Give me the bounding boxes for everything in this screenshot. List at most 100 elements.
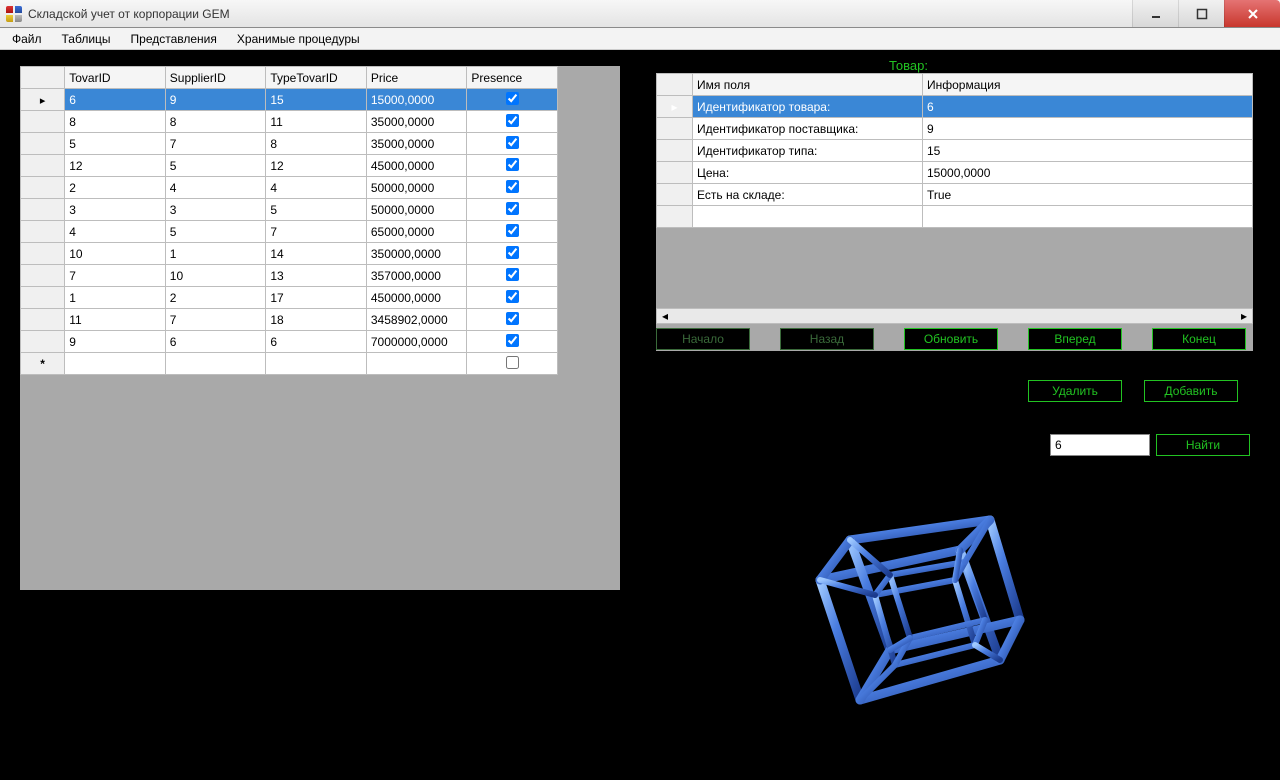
- row-header[interactable]: [21, 199, 65, 221]
- cell-tovar[interactable]: 12: [65, 155, 166, 177]
- table-row[interactable]: 117183458902,0000: [21, 309, 558, 331]
- menu-storedproc[interactable]: Хранимые процедуры: [229, 30, 368, 48]
- cell-fieldname[interactable]: Идентификатор типа:: [693, 140, 923, 162]
- cell-price[interactable]: 45000,0000: [366, 155, 467, 177]
- detail-row[interactable]: ▸Идентификатор товара:6: [657, 96, 1253, 118]
- row-header[interactable]: [21, 221, 65, 243]
- new-detail-row[interactable]: [657, 206, 1253, 228]
- refresh-button[interactable]: Обновить: [904, 328, 998, 350]
- cell-price[interactable]: 15000,0000: [366, 89, 467, 111]
- left-col-typetovarid[interactable]: TypeTovarID: [266, 67, 367, 89]
- left-col-presence[interactable]: Presence: [467, 67, 558, 89]
- cell-presence[interactable]: [467, 265, 558, 287]
- cell-info[interactable]: True: [923, 184, 1253, 206]
- cell-presence[interactable]: [467, 155, 558, 177]
- scroll-right-icon[interactable]: ▸: [1236, 309, 1252, 323]
- cell-presence[interactable]: [467, 111, 558, 133]
- cell-tovar[interactable]: 9: [65, 331, 166, 353]
- cell-tovar[interactable]: 7: [65, 265, 166, 287]
- row-header[interactable]: [657, 184, 693, 206]
- cell-supplier[interactable]: 3: [165, 199, 266, 221]
- delete-button[interactable]: Удалить: [1028, 380, 1122, 402]
- left-col-tovarid[interactable]: TovarID: [65, 67, 166, 89]
- table-row[interactable]: 57835000,0000: [21, 133, 558, 155]
- scroll-left-icon[interactable]: ◂: [657, 309, 673, 323]
- detail-grid[interactable]: Имя поля Информация ▸Идентификатор товар…: [656, 73, 1253, 228]
- new-row[interactable]: [21, 353, 558, 375]
- detail-row[interactable]: Идентификатор поставщика:9: [657, 118, 1253, 140]
- presence-checkbox[interactable]: [506, 202, 519, 215]
- cell-tovar[interactable]: 10: [65, 243, 166, 265]
- cell-supplier[interactable]: 5: [165, 155, 266, 177]
- presence-checkbox[interactable]: [506, 312, 519, 325]
- cell-tovar[interactable]: 6: [65, 89, 166, 111]
- cell-tovar[interactable]: 5: [65, 133, 166, 155]
- left-col-price[interactable]: Price: [366, 67, 467, 89]
- minimize-button[interactable]: [1132, 0, 1178, 27]
- cell-presence[interactable]: [467, 331, 558, 353]
- presence-checkbox[interactable]: [506, 246, 519, 259]
- cell-presence[interactable]: [467, 177, 558, 199]
- left-grid[interactable]: TovarID SupplierID TypeTovarID Price Pre…: [20, 66, 558, 375]
- cell-tovar[interactable]: 1: [65, 287, 166, 309]
- row-header[interactable]: [657, 162, 693, 184]
- cell-info[interactable]: 6: [923, 96, 1253, 118]
- table-row[interactable]: 10114350000,0000: [21, 243, 558, 265]
- cell-supplier[interactable]: 7: [165, 133, 266, 155]
- menu-views[interactable]: Представления: [123, 30, 225, 48]
- back-button[interactable]: Назад: [780, 328, 874, 350]
- cell-supplier[interactable]: 2: [165, 287, 266, 309]
- cell-supplier[interactable]: 8: [165, 111, 266, 133]
- presence-checkbox[interactable]: [506, 92, 519, 105]
- row-header[interactable]: [21, 331, 65, 353]
- table-row[interactable]: 1217450000,0000: [21, 287, 558, 309]
- row-header[interactable]: [657, 140, 693, 162]
- cell-type[interactable]: 8: [266, 133, 367, 155]
- row-header[interactable]: [21, 287, 65, 309]
- forward-button[interactable]: Вперед: [1028, 328, 1122, 350]
- find-input[interactable]: [1050, 434, 1150, 456]
- table-row[interactable]: 691515000,0000: [21, 89, 558, 111]
- table-row[interactable]: 71013357000,0000: [21, 265, 558, 287]
- cell-price[interactable]: 450000,0000: [366, 287, 467, 309]
- table-row[interactable]: 24450000,0000: [21, 177, 558, 199]
- find-button[interactable]: Найти: [1156, 434, 1250, 456]
- cell-type[interactable]: 11: [266, 111, 367, 133]
- row-header[interactable]: [21, 243, 65, 265]
- row-header[interactable]: [21, 89, 65, 111]
- presence-checkbox[interactable]: [506, 290, 519, 303]
- cell-supplier[interactable]: 10: [165, 265, 266, 287]
- cell-price[interactable]: 7000000,0000: [366, 331, 467, 353]
- table-row[interactable]: 9667000000,0000: [21, 331, 558, 353]
- row-header[interactable]: [21, 133, 65, 155]
- cell-price[interactable]: 357000,0000: [366, 265, 467, 287]
- cell-presence[interactable]: [467, 89, 558, 111]
- cell-tovar[interactable]: 11: [65, 309, 166, 331]
- cell-presence[interactable]: [467, 287, 558, 309]
- cell-supplier[interactable]: 6: [165, 331, 266, 353]
- cell-price[interactable]: 50000,0000: [366, 199, 467, 221]
- close-button[interactable]: [1224, 0, 1280, 27]
- cell-presence[interactable]: [467, 133, 558, 155]
- menu-tables[interactable]: Таблицы: [54, 30, 119, 48]
- detail-row[interactable]: Цена:15000,0000: [657, 162, 1253, 184]
- cell-type[interactable]: 6: [266, 331, 367, 353]
- cell-price[interactable]: 35000,0000: [366, 111, 467, 133]
- cell-price[interactable]: 3458902,0000: [366, 309, 467, 331]
- table-row[interactable]: 33550000,0000: [21, 199, 558, 221]
- left-col-supplierid[interactable]: SupplierID: [165, 67, 266, 89]
- cell-type[interactable]: 17: [266, 287, 367, 309]
- cell-type[interactable]: 14: [266, 243, 367, 265]
- begin-button[interactable]: Начало: [656, 328, 750, 350]
- detail-row[interactable]: Есть на складе:True: [657, 184, 1253, 206]
- presence-checkbox-new[interactable]: [506, 356, 519, 369]
- cell-fieldname[interactable]: Идентификатор поставщика:: [693, 118, 923, 140]
- cell-fieldname[interactable]: Идентификатор товара:: [693, 96, 923, 118]
- row-header[interactable]: [21, 265, 65, 287]
- cell-supplier[interactable]: 9: [165, 89, 266, 111]
- presence-checkbox[interactable]: [506, 268, 519, 281]
- cell-type[interactable]: 18: [266, 309, 367, 331]
- cell-tovar[interactable]: 4: [65, 221, 166, 243]
- cell-type[interactable]: 13: [266, 265, 367, 287]
- cell-price[interactable]: 350000,0000: [366, 243, 467, 265]
